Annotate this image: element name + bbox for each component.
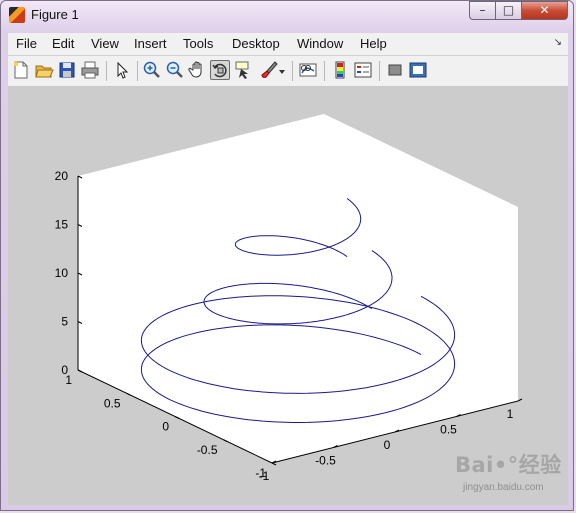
- y-tick-label: -0.5: [197, 443, 218, 457]
- figure-canvas[interactable]: -1 -0.5 0 0.5 1 -1 -0.5 0 0.5 1 0 5 10 15 20: [8, 87, 568, 505]
- baidu-logo: Bai•°经验: [455, 453, 562, 477]
- x-tick-label: 0: [384, 438, 391, 452]
- close-button[interactable]: ✕: [522, 1, 568, 20]
- z-tick-label: 15: [55, 218, 69, 232]
- save-icon[interactable]: [57, 60, 77, 80]
- figure-window: Figure 1 – □ ✕ File Edit View Insert Too…: [0, 0, 574, 511]
- y-tick-label: -1: [255, 466, 266, 480]
- link-plot-icon[interactable]: [298, 60, 318, 80]
- toolbar-separator: [292, 61, 293, 81]
- y-tick-label: 0.5: [104, 396, 121, 410]
- axes-background: [78, 114, 518, 463]
- x-tick-mark: [517, 398, 523, 402]
- zoom-out-icon[interactable]: [165, 60, 185, 80]
- z-tick-label: 20: [55, 169, 69, 183]
- menu-window[interactable]: Window: [297, 36, 343, 51]
- watermark-url: jingyan.baidu.com: [463, 482, 544, 493]
- baidu-watermark: Bai•°经验 jingyan.baidu.com: [453, 449, 563, 495]
- toolbar-separator: [324, 61, 325, 81]
- z-tick-label: 10: [55, 266, 69, 280]
- menu-file[interactable]: File: [16, 36, 37, 51]
- toolbar-separator: [137, 61, 138, 81]
- menu-view[interactable]: View: [91, 36, 119, 51]
- print-icon[interactable]: [80, 60, 100, 80]
- edit-plot-arrow-icon[interactable]: [112, 60, 132, 80]
- figure-toolbar: [8, 56, 568, 87]
- y-tick-mark: [271, 462, 277, 466]
- menu-help[interactable]: Help: [360, 36, 387, 51]
- x-tick-label: 1: [507, 407, 514, 421]
- plot-area[interactable]: -1-0.500.51-1-0.500.5105101520: [8, 87, 568, 505]
- z-tick-label: 5: [61, 315, 68, 329]
- show-plot-tools-icon[interactable]: [408, 60, 428, 80]
- dock-figure-icon[interactable]: ↘: [554, 37, 562, 48]
- menu-bar: File Edit View Insert Tools Desktop Wind…: [8, 33, 568, 56]
- x-tick-label: 0.5: [440, 423, 457, 437]
- menu-edit[interactable]: Edit: [52, 36, 74, 51]
- maximize-button[interactable]: □: [496, 1, 522, 20]
- minimize-button[interactable]: –: [469, 1, 496, 20]
- matlab-icon: [9, 7, 25, 23]
- brush-dropdown-icon[interactable]: [277, 60, 287, 80]
- hide-plot-tools-icon[interactable]: [385, 60, 405, 80]
- x-tick-label: -0.5: [315, 454, 336, 468]
- toolbar-separator: [379, 61, 380, 81]
- y-tick-label: 0: [162, 420, 169, 434]
- menu-desktop[interactable]: Desktop: [232, 36, 280, 51]
- open-file-icon[interactable]: [34, 60, 54, 80]
- zoom-in-icon[interactable]: [142, 60, 162, 80]
- title-bar[interactable]: Figure 1 – □ ✕: [1, 1, 573, 29]
- toolbar-separator: [106, 61, 107, 81]
- new-figure-icon[interactable]: [11, 60, 31, 80]
- legend-icon[interactable]: [353, 60, 373, 80]
- rotate-3d-icon[interactable]: [210, 60, 230, 80]
- pan-hand-icon[interactable]: [188, 60, 208, 80]
- z-tick-label: 0: [61, 363, 68, 377]
- colorbar-icon[interactable]: [330, 60, 350, 80]
- window-title: Figure 1: [31, 7, 79, 22]
- brush-icon[interactable]: [258, 60, 278, 80]
- data-cursor-icon[interactable]: [233, 60, 253, 80]
- menu-tools[interactable]: Tools: [183, 36, 213, 51]
- menu-insert[interactable]: Insert: [134, 36, 167, 51]
